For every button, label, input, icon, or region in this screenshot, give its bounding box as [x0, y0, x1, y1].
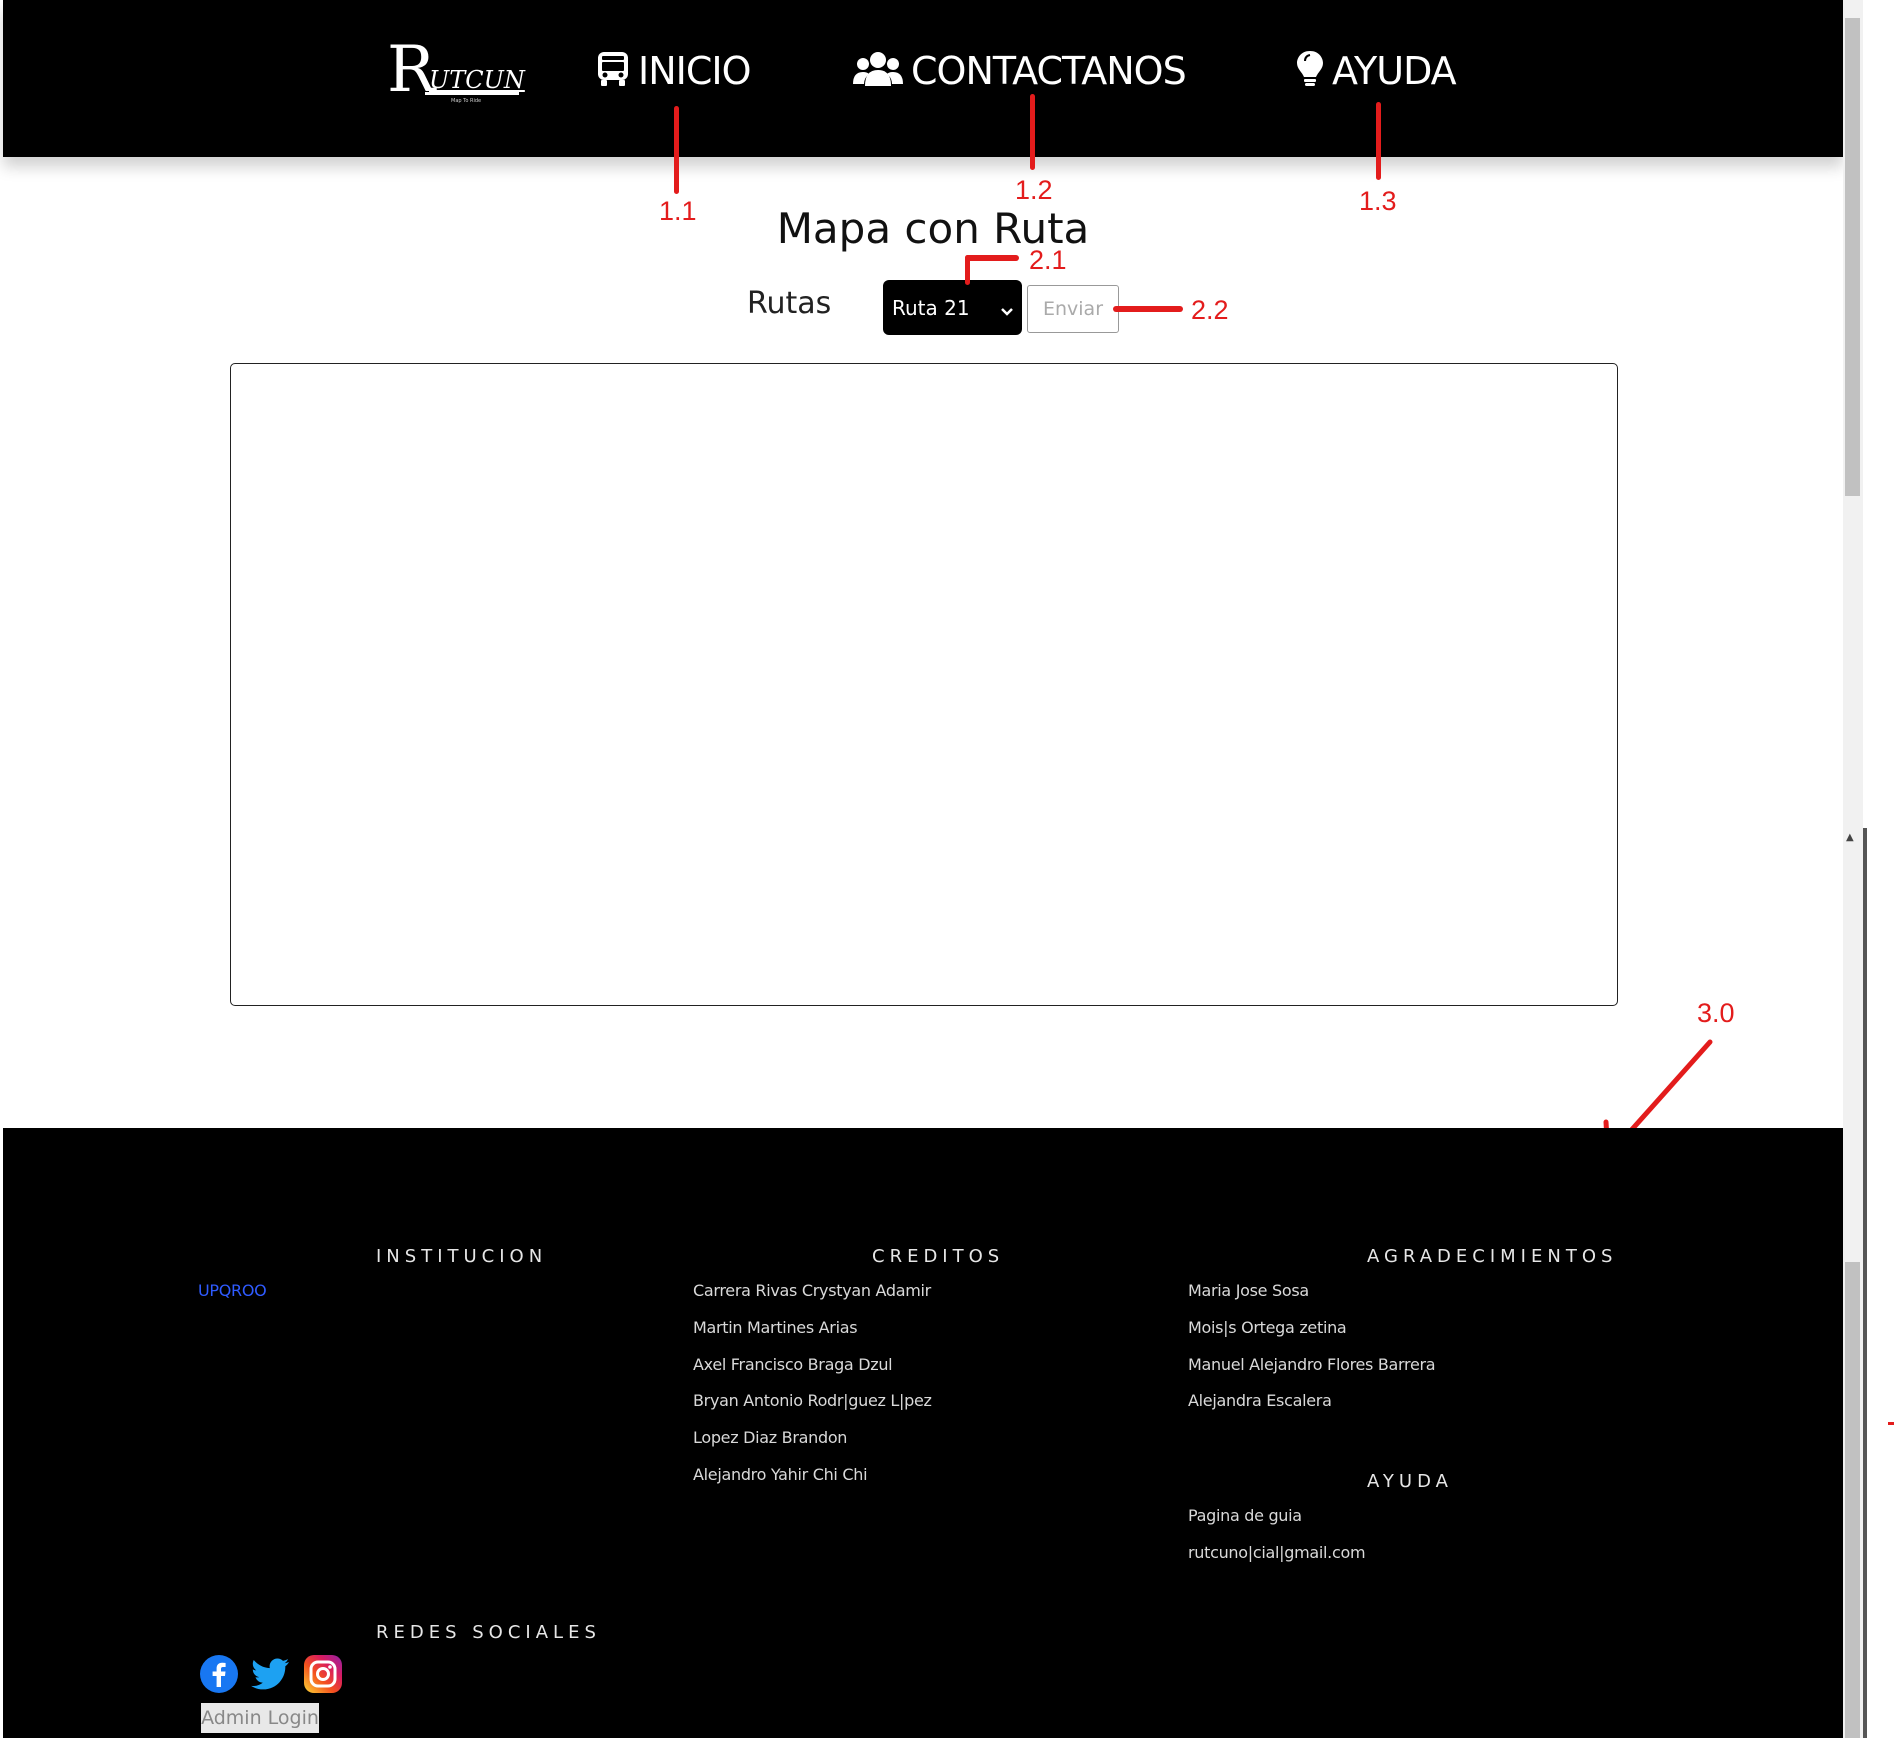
route-select[interactable]: Ruta 21 — [883, 280, 1022, 335]
nav-inicio-label: INICIO — [638, 49, 751, 93]
users-icon — [853, 50, 911, 92]
twitter-icon[interactable] — [251, 1654, 291, 1694]
annotation-mark — [1888, 1422, 1894, 1425]
annotation-line-1-2 — [1030, 94, 1035, 170]
nav-ayuda[interactable]: AYUDA — [1296, 46, 1457, 96]
agradecimiento-name: Mois|s Ortega zetina — [1188, 1318, 1347, 1337]
institucion-heading: INSTITUCION — [376, 1246, 548, 1267]
annotation-line-2-1b — [965, 255, 1019, 261]
email-link[interactable]: rutcuno|cial|gmail.com — [1188, 1543, 1366, 1562]
chevron-down-icon — [1000, 298, 1014, 322]
nav-contactanos-label: CONTACTANOS — [911, 49, 1187, 93]
agradecimientos-heading: AGRADECIMIENTOS — [1367, 1246, 1618, 1267]
nav-ayuda-label: AYUDA — [1332, 49, 1457, 93]
nav-contactanos[interactable]: CONTACTANOS — [853, 46, 1187, 96]
facebook-icon[interactable] — [199, 1654, 239, 1694]
admin-login-button[interactable]: Admin Login — [201, 1703, 319, 1733]
credit-name: Carrera Rivas Crystyan Adamir — [693, 1281, 931, 1300]
credit-name: Alejandro Yahir Chi Chi — [693, 1465, 868, 1484]
agradecimiento-name: Manuel Alejandro Flores Barrera — [1188, 1355, 1436, 1374]
upqroo-link[interactable]: UPQROO — [198, 1281, 267, 1300]
navbar: R UTCUN Map To Ride INICIO CONTACTANOS A… — [3, 0, 1843, 157]
annotation-line-1-1 — [674, 106, 679, 194]
scroll-up-arrow-icon[interactable]: ▲ — [1846, 832, 1854, 843]
map-container[interactable] — [230, 363, 1618, 1006]
route-select-value: Ruta 21 — [892, 295, 970, 320]
annotation-line-2-2 — [1113, 306, 1183, 312]
bus-icon — [596, 50, 638, 92]
logo-tagline: Map To Ride — [451, 98, 482, 104]
rutcun-logo[interactable]: R UTCUN Map To Ride — [385, 38, 525, 106]
annotation-3-0: 3.0 — [1697, 998, 1735, 1028]
nav-inicio[interactable]: INICIO — [596, 46, 751, 96]
instagram-icon[interactable] — [303, 1654, 343, 1694]
guide-link[interactable]: Pagina de guia — [1188, 1506, 1302, 1525]
annotation-line-1-3 — [1376, 102, 1381, 180]
scrollbar-thumb[interactable] — [1845, 18, 1860, 496]
annotation-1-2: 1.2 — [1015, 175, 1053, 205]
page-title: Mapa con Ruta — [776, 204, 1090, 253]
footer — [3, 1128, 1843, 1738]
page: R UTCUN Map To Ride INICIO CONTACTANOS A… — [3, 0, 1843, 1738]
credit-name: Bryan Antonio Rodr|guez L|pez — [693, 1391, 932, 1410]
agradecimiento-name: Maria Jose Sosa — [1188, 1281, 1309, 1300]
redes-heading: REDES SOCIALES — [376, 1622, 601, 1643]
enviar-button[interactable]: Enviar — [1027, 285, 1119, 333]
ayuda-heading: AYUDA — [1367, 1471, 1453, 1492]
logo-text: UTCUN — [429, 66, 525, 94]
agradecimiento-name: Alejandra Escalera — [1188, 1391, 1332, 1410]
rutas-label: Rutas — [747, 286, 832, 321]
annotation-2-2: 2.2 — [1191, 295, 1229, 325]
inner-scrollbar-thumb[interactable] — [1845, 1262, 1860, 1738]
credit-name: Martin Martines Arias — [693, 1318, 858, 1337]
logo-underline — [425, 92, 519, 95]
credit-name: Lopez Diaz Brandon — [693, 1428, 848, 1447]
inner-scrollbar-track[interactable] — [1863, 828, 1867, 1738]
annotation-2-1: 2.1 — [1029, 245, 1067, 275]
creditos-heading: CREDITOS — [872, 1246, 1005, 1267]
lightbulb-icon — [1296, 49, 1332, 93]
credit-name: Axel Francisco Braga Dzul — [693, 1355, 893, 1374]
